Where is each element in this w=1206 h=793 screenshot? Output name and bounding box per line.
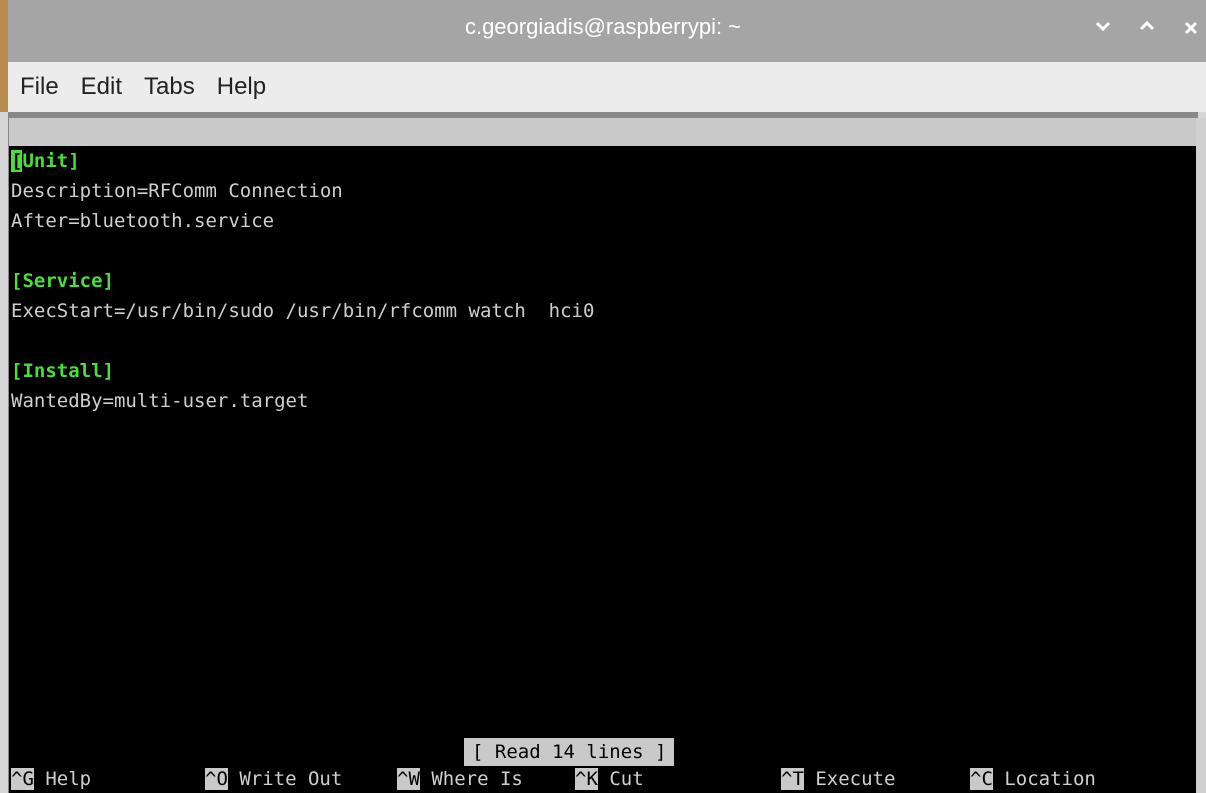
shortcut-label: Execute <box>803 768 896 790</box>
window-controls <box>1090 14 1206 44</box>
window-titlebar[interactable]: c.georgiadis@raspberrypi: ~ <box>0 0 1206 62</box>
buffer-line: ExecStart=/usr/bin/sudo /usr/bin/rfcomm … <box>11 300 595 322</box>
nano-title-bar: GNU nano 5.4 /etc/systemd/system/rfcomm.… <box>9 118 1196 199</box>
chevron-down-icon <box>1096 21 1110 31</box>
shortcut-key: ^G <box>11 768 34 790</box>
menu-bar: File Edit Tabs Help <box>0 62 1206 112</box>
section-header-install: [Install] <box>11 360 114 382</box>
shortcut-key: ^O <box>205 768 228 790</box>
buffer-line: WantedBy=multi-user.target <box>11 390 309 412</box>
buffer-line <box>11 236 1191 266</box>
menu-file[interactable]: File <box>20 73 59 101</box>
minimize-button[interactable] <box>1090 14 1116 44</box>
shortcut-key: ^W <box>397 768 420 790</box>
shortcut-key: ^T <box>781 768 804 790</box>
shortcut-label: Write Out <box>227 768 343 790</box>
shortcut-execute[interactable]: ^T Execute <box>781 766 895 793</box>
nano-status-message: [ Read 14 lines ] <box>464 738 675 766</box>
shortcut-key: ^K <box>575 768 598 790</box>
shortcut-label: Where Is <box>419 768 523 790</box>
menubar-left-edge <box>0 62 8 112</box>
shortcut-write-out[interactable]: ^O Write Out <box>205 766 342 793</box>
section-header-unit: Unit] <box>22 150 80 172</box>
terminal-scrollbar[interactable] <box>1196 118 1206 793</box>
shortcut-label: Location <box>992 768 1096 790</box>
close-button[interactable] <box>1178 14 1204 44</box>
menu-help[interactable]: Help <box>217 73 266 101</box>
buffer-line: [Unit] <box>11 146 1191 176</box>
shortcut-location[interactable]: ^C Location <box>970 766 1096 793</box>
window-title: c.georgiadis@raspberrypi: ~ <box>464 14 742 39</box>
text-cursor: [ <box>11 150 23 172</box>
shortcut-label: Cut <box>597 768 644 790</box>
nano-shortcut-bar: ^G Help ^O Write Out ^W Where Is ^K Cut … <box>9 766 1196 793</box>
shortcut-label: Help <box>33 768 92 790</box>
menu-edit[interactable]: Edit <box>81 73 122 101</box>
maximize-button[interactable] <box>1134 14 1160 44</box>
terminal-area[interactable]: GNU nano 5.4 /etc/systemd/system/rfcomm.… <box>9 118 1196 793</box>
shortcut-key: ^C <box>970 768 993 790</box>
shortcut-cut[interactable]: ^K Cut <box>575 766 644 793</box>
chevron-up-icon <box>1140 21 1154 31</box>
editor-buffer[interactable]: [Unit] Description=RFComm Connection Aft… <box>11 146 1191 416</box>
menu-tabs[interactable]: Tabs <box>144 73 195 101</box>
section-header-service: [Service] <box>11 270 114 292</box>
shortcut-where-is[interactable]: ^W Where Is <box>397 766 523 793</box>
buffer-line: After=bluetooth.service <box>11 210 275 232</box>
buffer-line: Description=RFComm Connection <box>11 180 343 202</box>
shortcut-help[interactable]: ^G Help <box>11 766 91 793</box>
close-icon <box>1184 21 1198 35</box>
buffer-line <box>11 326 1191 356</box>
